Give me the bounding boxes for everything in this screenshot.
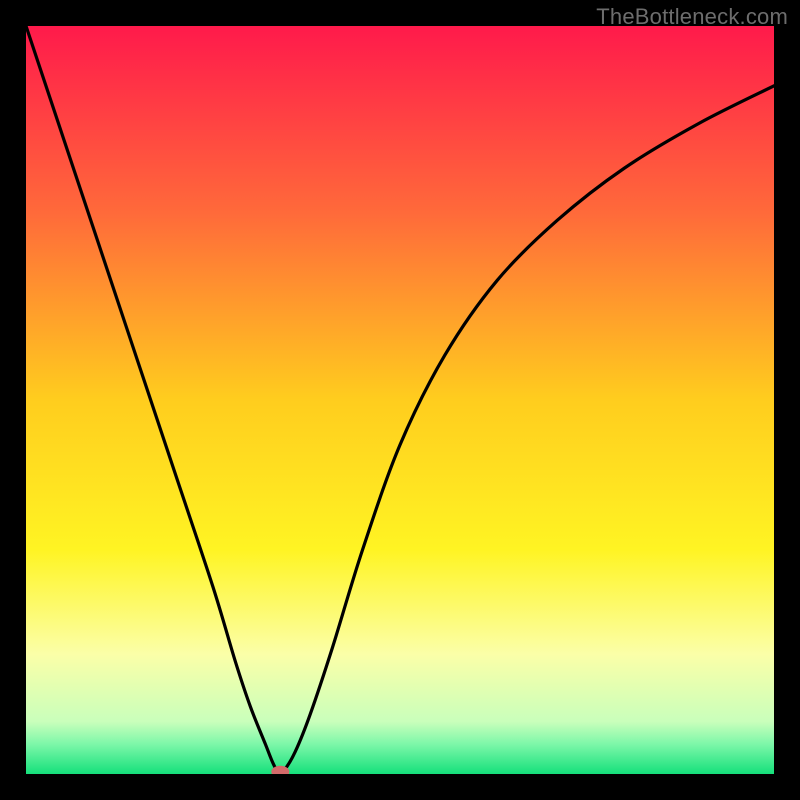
chart-background	[26, 26, 774, 774]
plot-frame	[26, 26, 774, 774]
watermark-text: TheBottleneck.com	[596, 4, 788, 30]
bottleneck-chart	[26, 26, 774, 774]
